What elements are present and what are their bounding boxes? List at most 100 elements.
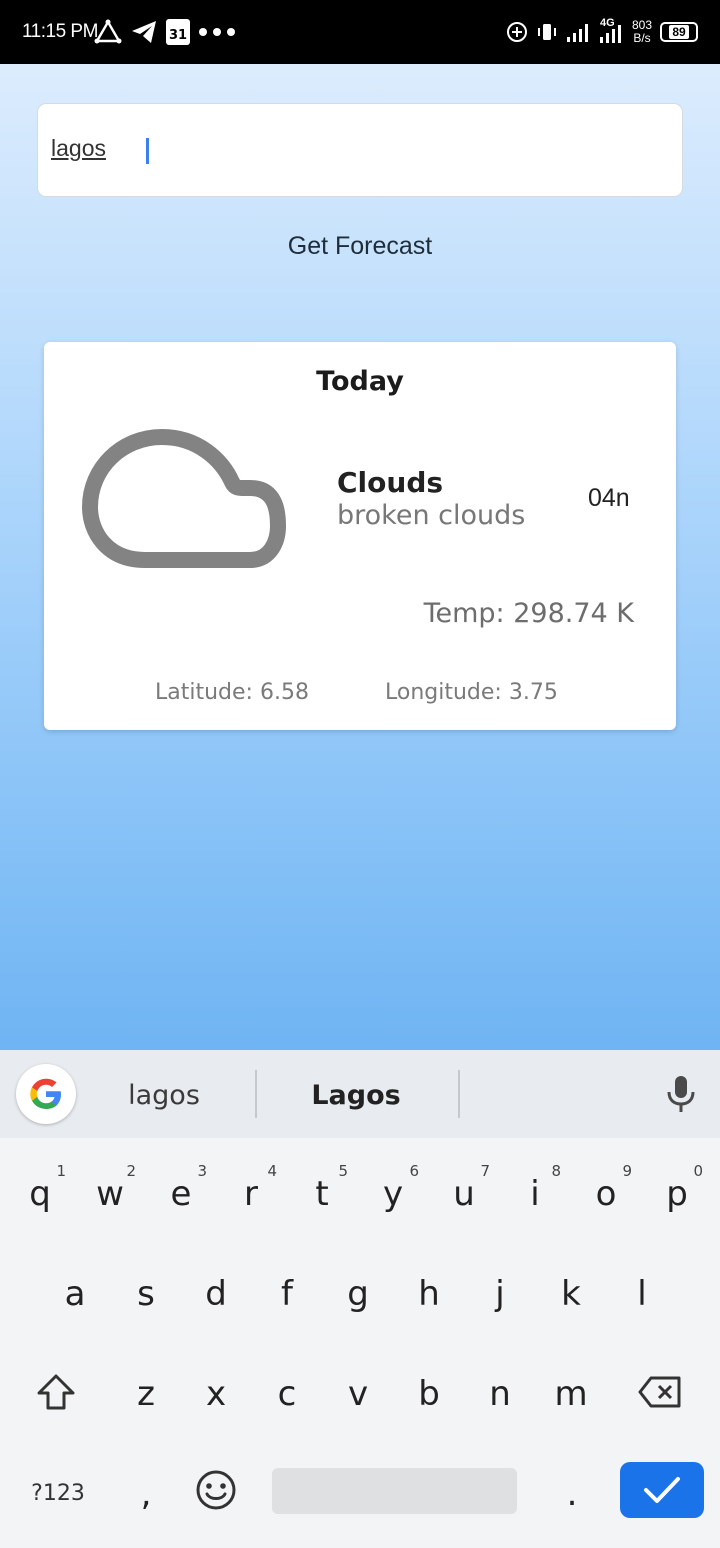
key-hint: 6 [409,1162,419,1180]
key-d[interactable]: d [184,1254,248,1334]
comma-key[interactable]: , [114,1454,178,1534]
key-t[interactable]: 5t [290,1154,354,1234]
space-key[interactable] [272,1468,517,1514]
key-label: b [418,1374,440,1414]
key-hint: 7 [480,1162,490,1180]
key-label: k [561,1274,581,1314]
key-i[interactable]: 8i [503,1154,567,1234]
key-b[interactable]: b [397,1354,461,1434]
shift-key[interactable] [24,1352,88,1432]
telegram-icon [132,21,156,43]
calendar-icon: 31 [166,19,190,45]
checkmark-icon [644,1477,680,1503]
key-label: q [29,1174,51,1214]
key-k[interactable]: k [539,1254,603,1334]
key-label: m [554,1374,588,1414]
period-key[interactable]: . [540,1454,604,1534]
key-v[interactable]: v [326,1354,390,1434]
status-time: 11:15 PM [22,21,98,42]
key-s[interactable]: s [114,1254,178,1334]
key-m[interactable]: m [539,1354,603,1434]
key-y[interactable]: 6y [361,1154,425,1234]
google-logo-icon[interactable] [16,1064,76,1124]
key-q[interactable]: 1q [8,1154,72,1234]
card-title: Today [316,366,404,397]
key-x[interactable]: x [184,1354,248,1434]
battery-icon: 89 [660,22,698,42]
data-saver-icon [506,22,527,42]
weather-app: lagos Get Forecast Today Clouds broken c… [0,64,720,1050]
key-hint: 2 [126,1162,136,1180]
key-e[interactable]: 3e [149,1154,213,1234]
shift-icon [37,1374,75,1410]
more-notifications-icon [199,28,235,36]
key-label: i [530,1174,540,1214]
weather-condition: Clouds [337,466,444,499]
system-icons: 4G 803 B/s 89 [506,14,698,50]
key-z[interactable]: z [114,1354,178,1434]
key-label: x [205,1374,227,1414]
suggestion-1[interactable]: lagos [74,1080,254,1111]
signal-icon [566,24,588,42]
backspace-key[interactable] [628,1352,692,1432]
weather-icon-code: 04n [588,484,630,512]
key-j[interactable]: j [468,1254,532,1334]
key-label: o [595,1174,617,1214]
key-label: d [205,1274,227,1314]
key-a[interactable]: a [43,1254,107,1334]
forecast-card: Today Clouds broken clouds 04n Temp: 298… [44,342,676,730]
key-hint: 0 [693,1162,703,1180]
key-w[interactable]: 2w [78,1154,142,1234]
key-hint: 8 [551,1162,561,1180]
key-label: y [382,1174,404,1214]
key-label: s [137,1274,155,1314]
suggestion-bar: lagos Lagos [0,1050,720,1138]
key-r[interactable]: 4r [219,1154,283,1234]
symbols-key[interactable]: ?123 [26,1470,90,1516]
key-label: u [453,1174,475,1214]
key-label: j [495,1274,505,1314]
key-label: h [418,1274,440,1314]
key-l[interactable]: l [610,1254,674,1334]
weather-description: broken clouds [337,500,526,531]
key-hint: 3 [197,1162,207,1180]
key-label: r [244,1174,258,1214]
key-label: p [666,1174,688,1214]
key-label: a [64,1274,86,1314]
key-o[interactable]: 9o [574,1154,638,1234]
suggestion-divider [458,1070,460,1118]
key-label: g [347,1274,369,1314]
suggestion-divider [255,1070,257,1118]
signal-4g-icon: 4G [598,17,624,45]
key-f[interactable]: f [255,1254,319,1334]
notification-icons: 31 [94,16,236,48]
network-speed: 803 B/s [631,18,652,45]
key-label: t [315,1174,329,1214]
key-hint: 1 [56,1162,66,1180]
key-u[interactable]: 7u [432,1154,496,1234]
emoji-key[interactable] [184,1450,248,1530]
emoji-icon [196,1470,236,1510]
soft-keyboard: lagos Lagos 1q2w3e4r5t6y7u8i9o0p asdfghj… [0,1050,720,1548]
temperature: Temp: 298.74 K [423,598,634,629]
key-hint: 4 [267,1162,277,1180]
city-search-value: lagos [51,135,106,161]
key-hint: 5 [338,1162,348,1180]
key-label: e [170,1174,192,1214]
key-label: w [96,1174,124,1214]
text-caret [146,138,149,164]
key-p[interactable]: 0p [645,1154,709,1234]
key-g[interactable]: g [326,1254,390,1334]
key-label: c [277,1374,297,1414]
key-n[interactable]: n [468,1354,532,1434]
vibrate-icon [537,24,556,40]
key-c[interactable]: c [255,1354,319,1434]
suggestion-2[interactable]: Lagos [266,1080,446,1111]
city-search-input[interactable]: lagos [37,103,683,197]
key-h[interactable]: h [397,1254,461,1334]
enter-key[interactable] [620,1462,704,1518]
backspace-icon [638,1376,681,1408]
microphone-icon[interactable] [664,1074,698,1114]
get-forecast-button[interactable]: Get Forecast [210,222,510,270]
cloud-icon [82,429,286,568]
